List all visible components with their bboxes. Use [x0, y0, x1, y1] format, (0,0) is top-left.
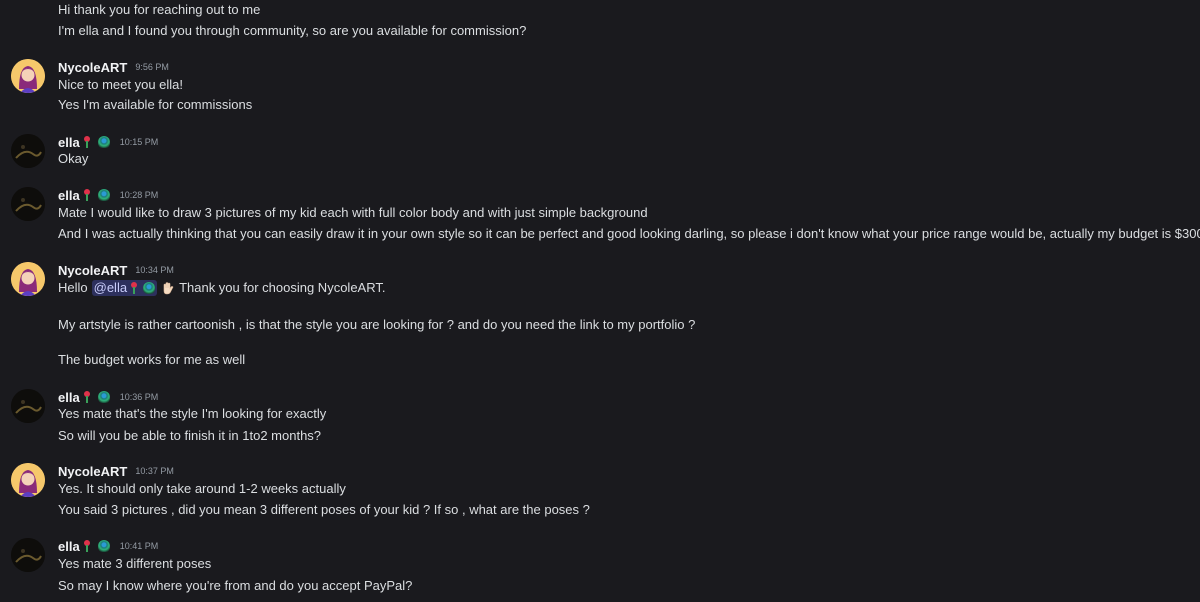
avatar-nycoleart[interactable] — [11, 463, 45, 497]
message-text: Nice to meet you ella! — [58, 77, 184, 92]
timestamp: 10:41 PM — [119, 541, 159, 551]
timestamp: 10:34 PM — [135, 265, 174, 275]
message-header: NycoleART 10:37 PM — [58, 463, 174, 479]
avatar-nycoleart[interactable] — [11, 262, 45, 296]
avatar-ella[interactable] — [11, 538, 45, 572]
avatar-ella[interactable] — [11, 134, 45, 168]
message-text: Yes mate that's the style I'm looking fo… — [58, 406, 327, 421]
message-text: Yes I'm available for commissions — [58, 97, 253, 112]
avatar-ella[interactable] — [11, 389, 45, 423]
timestamp: 9:56 PM — [135, 62, 169, 72]
message-text: So will you be able to finish it in 1to2… — [58, 428, 322, 443]
message-text: Yes mate 3 different poses — [58, 556, 212, 571]
timestamp: 10:28 PM — [119, 190, 159, 200]
avatar-ella[interactable] — [11, 187, 45, 221]
avatar-nycoleart[interactable] — [11, 59, 45, 93]
author-name[interactable]: NycoleART — [58, 464, 127, 479]
rose-icon — [130, 282, 138, 294]
timestamp: 10:36 PM — [119, 392, 159, 402]
message-text: You said 3 pictures , did you mean 3 dif… — [58, 502, 590, 517]
rose-icon — [83, 391, 91, 403]
waving-hand-icon — [161, 281, 175, 295]
peacock-icon — [143, 282, 156, 294]
peacock-icon — [97, 540, 110, 552]
user-mention[interactable]: @ella — [91, 280, 158, 296]
message-text: So may I know where you're from and do y… — [58, 578, 413, 593]
message-text: Okay — [58, 151, 89, 166]
rose-icon — [83, 189, 91, 201]
greeting-text: Hello — [58, 280, 88, 295]
author-name[interactable]: NycoleART — [58, 60, 127, 75]
message-text: Yes. It should only take around 1-2 week… — [58, 481, 346, 496]
message-header: ella 10:36 PM — [58, 389, 158, 405]
author-name[interactable]: ella — [58, 390, 80, 405]
message-text: The budget works for me as well — [58, 352, 246, 367]
timestamp: 10:15 PM — [119, 137, 159, 147]
author-name[interactable]: NycoleART — [58, 263, 127, 278]
thanks-text: Thank you for choosing NycoleART. — [179, 280, 386, 295]
message-text: My artstyle is rather cartoonish , is th… — [58, 317, 696, 332]
mention-label: @ella — [93, 280, 128, 295]
message-text: And I was actually thinking that you can… — [58, 226, 1200, 241]
author-name[interactable]: ella — [58, 539, 80, 554]
message-header: ella 10:15 PM — [58, 134, 158, 150]
rose-icon — [83, 136, 91, 148]
message-text: Mate I would like to draw 3 pictures of … — [58, 205, 648, 220]
message-text: Hi thank you for reaching out to me — [58, 2, 261, 17]
peacock-icon — [97, 136, 110, 148]
peacock-icon — [97, 189, 110, 201]
author-name[interactable]: ella — [58, 188, 80, 203]
rose-icon — [83, 540, 91, 552]
timestamp: 10:37 PM — [135, 466, 174, 476]
message-header: ella 10:28 PM — [58, 187, 158, 203]
message-header: NycoleART 9:56 PM — [58, 59, 169, 75]
message-text: I'm ella and I found you through communi… — [58, 23, 527, 38]
message-text: Hello @ella Thank you for choosing Nycol… — [58, 280, 385, 296]
message-header: ella 10:41 PM — [58, 538, 158, 554]
peacock-icon — [97, 391, 110, 403]
author-name[interactable]: ella — [58, 135, 80, 150]
message-header: NycoleART 10:34 PM — [58, 262, 174, 278]
